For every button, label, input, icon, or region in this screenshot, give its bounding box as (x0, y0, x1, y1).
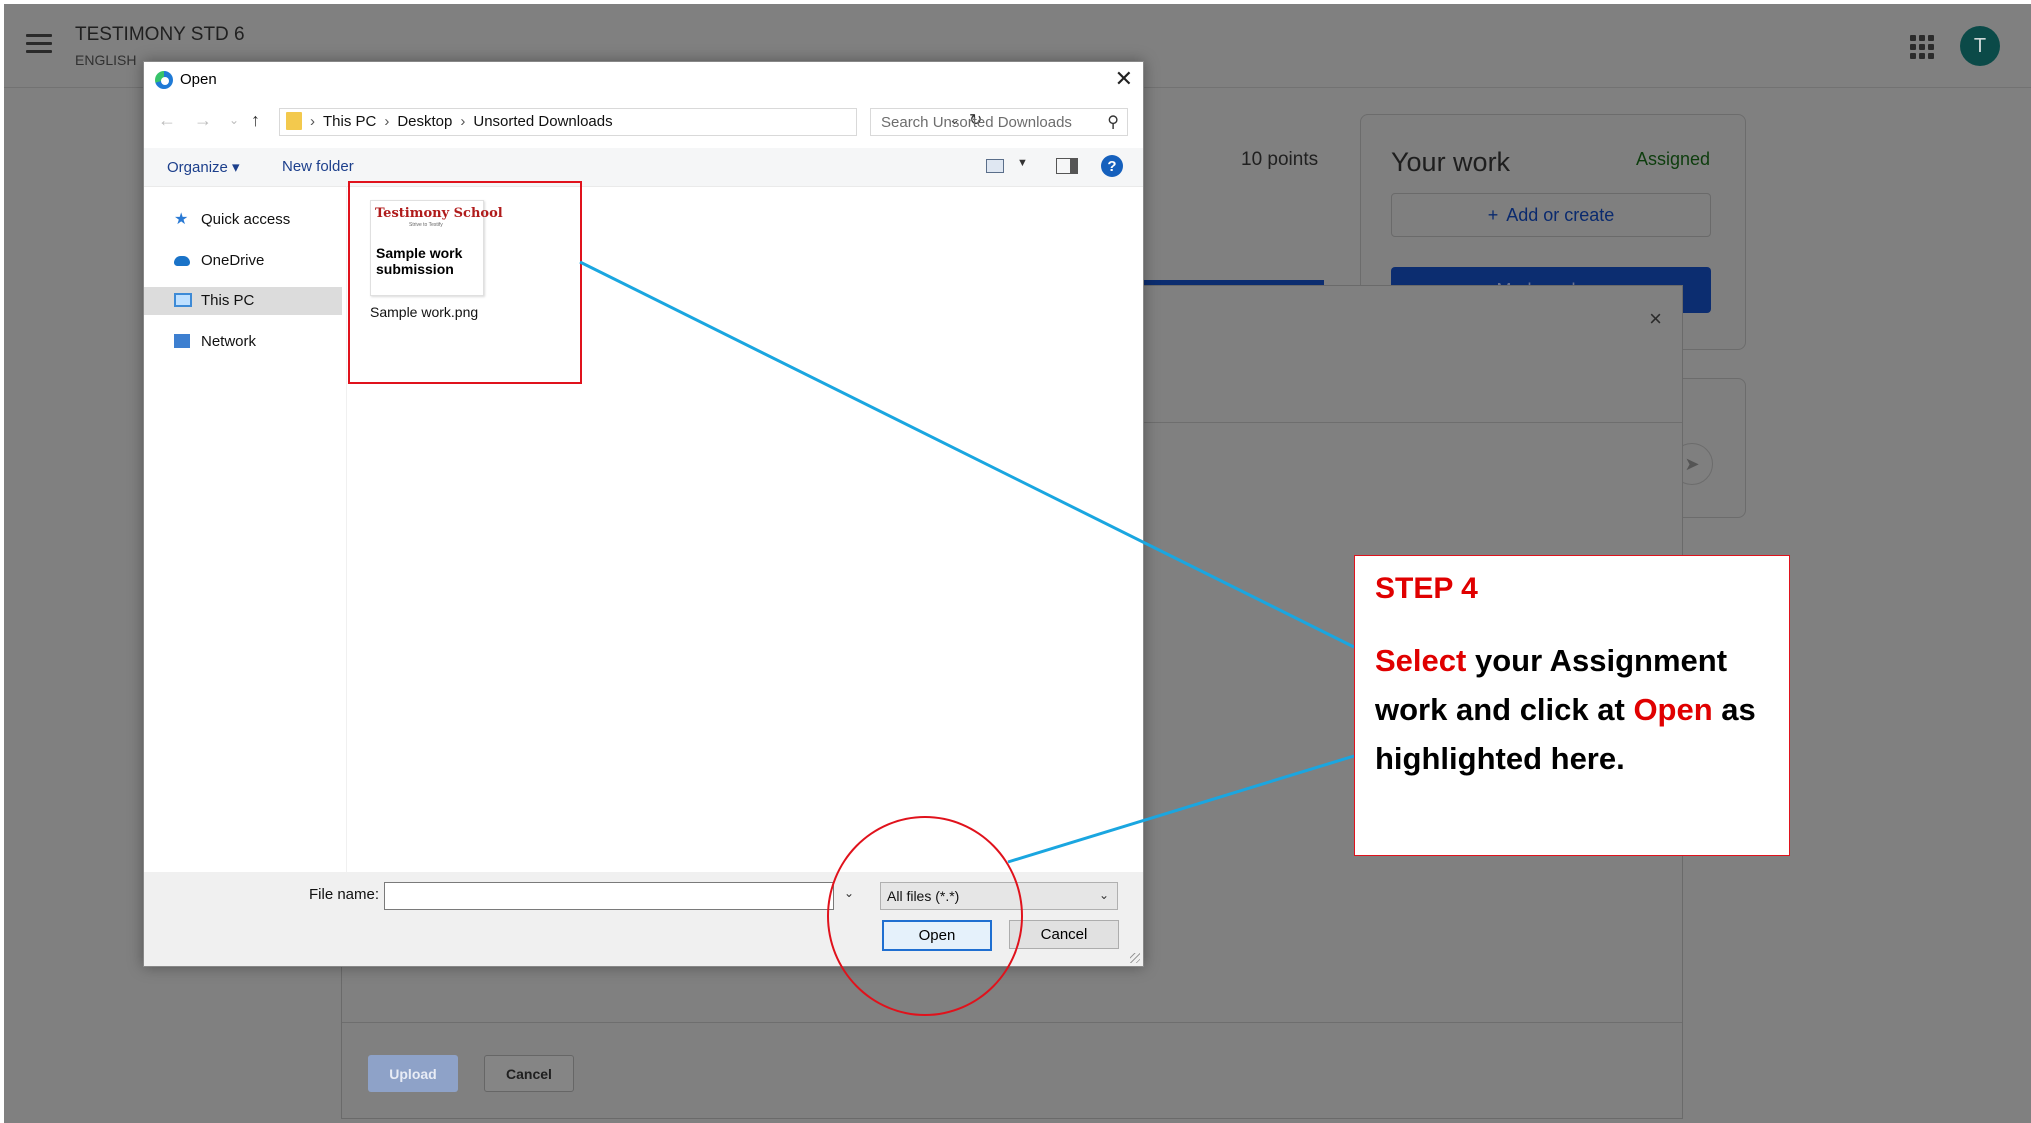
instruction-callout: STEP 4 Select your Assignment work and c… (1354, 555, 1790, 856)
step-label: STEP 4 (1375, 572, 1478, 605)
connector-line-open (1007, 754, 1355, 864)
instruction-open-word: Open (1633, 692, 1713, 727)
connector-line-file (579, 260, 1355, 649)
instruction-text: Select your Assignment work and click at… (1375, 636, 1775, 783)
instruction-select-word: Select (1375, 643, 1467, 678)
